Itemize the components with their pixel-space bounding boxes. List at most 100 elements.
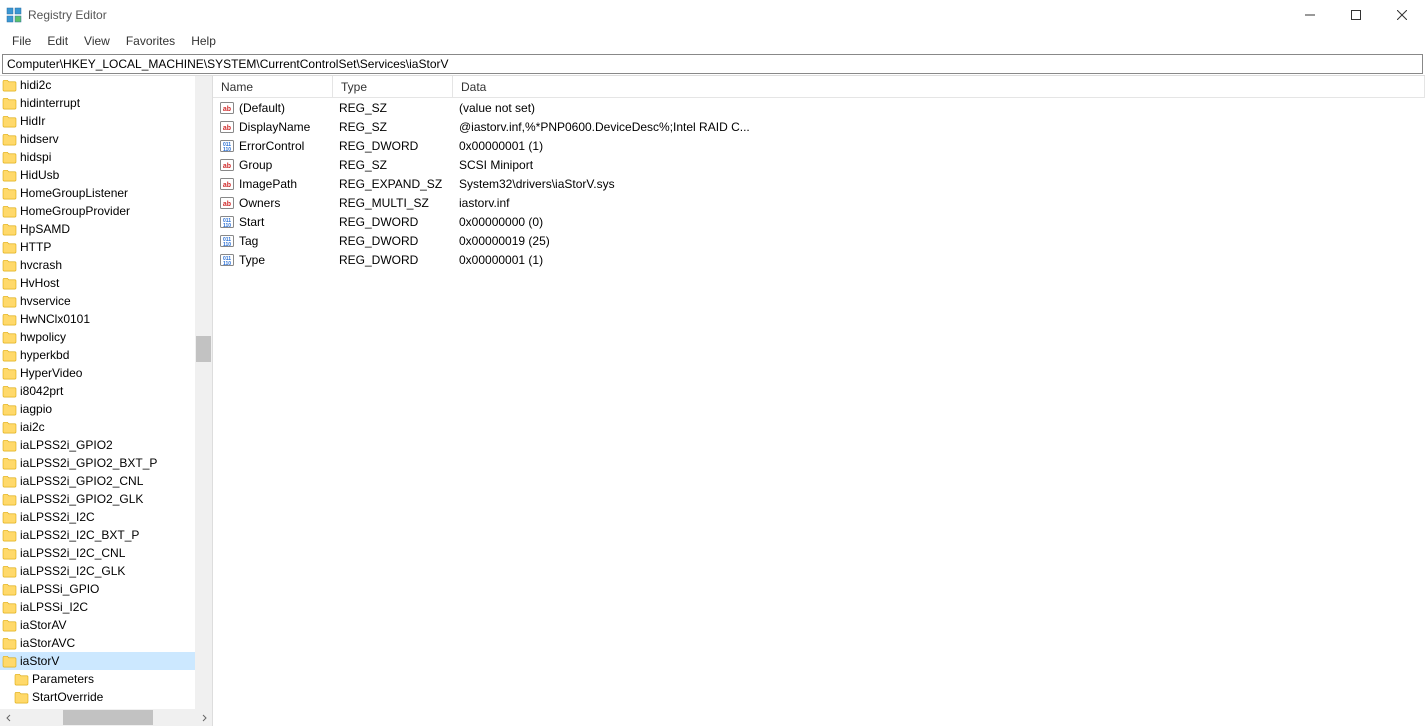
tree-item[interactable]: HomeGroupProvider: [0, 202, 195, 220]
tree-item[interactable]: iaLPSS2i_I2C: [0, 508, 195, 526]
value-data: 0x00000001 (1): [459, 139, 1425, 153]
menu-favorites[interactable]: Favorites: [118, 32, 183, 50]
tree-pane: hidi2chidinterruptHidIrhidservhidspiHidU…: [0, 76, 213, 726]
tree-item[interactable]: iaLPSS2i_I2C_BXT_P: [0, 526, 195, 544]
folder-icon: [2, 97, 17, 110]
tree-item[interactable]: HwNClx0101: [0, 310, 195, 328]
folder-icon: [2, 385, 17, 398]
menu-help[interactable]: Help: [183, 32, 224, 50]
tree-vertical-scrollbar[interactable]: [195, 76, 212, 709]
tree-item[interactable]: StartOverride: [0, 688, 195, 706]
regedit-app-icon: [6, 7, 22, 23]
value-data: 0x00000001 (1): [459, 253, 1425, 267]
tree-item[interactable]: iaLPSSi_I2C: [0, 598, 195, 616]
folder-icon: [2, 331, 17, 344]
folder-icon: [2, 655, 17, 668]
tree-item-label: iaLPSS2i_GPIO2_CNL: [20, 474, 143, 488]
tree-hscroll-track[interactable]: [17, 709, 195, 726]
folder-icon: [2, 295, 17, 308]
tree-item[interactable]: iaStorAV: [0, 616, 195, 634]
value-row[interactable]: ImagePathREG_EXPAND_SZSystem32\drivers\i…: [213, 174, 1425, 193]
close-icon: [1397, 10, 1407, 20]
tree-item-label: hwpolicy: [20, 330, 66, 344]
tree-item[interactable]: iaLPSS2i_I2C_GLK: [0, 562, 195, 580]
tree-item[interactable]: HvHost: [0, 274, 195, 292]
value-name: ErrorControl: [239, 139, 339, 153]
tree-item[interactable]: iaLPSS2i_GPIO2: [0, 436, 195, 454]
values-pane: Name Type Data (Default)REG_SZ(value not…: [213, 76, 1425, 726]
folder-icon: [2, 133, 17, 146]
tree-item[interactable]: iaStorV: [0, 652, 195, 670]
folder-icon: [2, 529, 17, 542]
tree-item[interactable]: iaLPSS2i_I2C_CNL: [0, 544, 195, 562]
tree-item[interactable]: iai2c: [0, 418, 195, 436]
value-row[interactable]: ErrorControlREG_DWORD0x00000001 (1): [213, 136, 1425, 155]
value-row[interactable]: TypeREG_DWORD0x00000001 (1): [213, 250, 1425, 269]
value-data: SCSI Miniport: [459, 158, 1425, 172]
tree-item[interactable]: hwpolicy: [0, 328, 195, 346]
tree-item[interactable]: HidIr: [0, 112, 195, 130]
menu-edit[interactable]: Edit: [39, 32, 76, 50]
tree-item-label: iaStorV: [20, 654, 59, 668]
menu-file[interactable]: File: [4, 32, 39, 50]
tree-item[interactable]: hidspi: [0, 148, 195, 166]
menu-view[interactable]: View: [76, 32, 118, 50]
folder-icon: [2, 259, 17, 272]
folder-icon: [2, 79, 17, 92]
tree-item[interactable]: hvcrash: [0, 256, 195, 274]
value-row[interactable]: TagREG_DWORD0x00000019 (25): [213, 231, 1425, 250]
tree-item[interactable]: HpSAMD: [0, 220, 195, 238]
minimize-button[interactable]: [1287, 0, 1333, 30]
column-header-data[interactable]: Data: [453, 76, 1425, 97]
tree-item[interactable]: iaStorAVC: [0, 634, 195, 652]
tree-item[interactable]: i8042prt: [0, 382, 195, 400]
maximize-icon: [1351, 10, 1361, 20]
tree-item[interactable]: hvservice: [0, 292, 195, 310]
tree-item[interactable]: HyperVideo: [0, 364, 195, 382]
value-row[interactable]: (Default)REG_SZ(value not set): [213, 98, 1425, 117]
tree-horizontal-scrollbar[interactable]: [0, 709, 212, 726]
close-button[interactable]: [1379, 0, 1425, 30]
address-bar[interactable]: Computer\HKEY_LOCAL_MACHINE\SYSTEM\Curre…: [2, 54, 1423, 74]
reg-string-icon: [219, 100, 235, 116]
tree-item-label: HomeGroupProvider: [20, 204, 130, 218]
folder-icon: [2, 403, 17, 416]
tree-item-label: Parameters: [32, 672, 94, 686]
maximize-button[interactable]: [1333, 0, 1379, 30]
tree-item[interactable]: iaLPSS2i_GPIO2_GLK: [0, 490, 195, 508]
tree-vertical-scroll-thumb[interactable]: [196, 336, 211, 362]
tree-item[interactable]: Parameters: [0, 670, 195, 688]
tree-item[interactable]: iaLPSS2i_GPIO2_BXT_P: [0, 454, 195, 472]
tree-items[interactable]: hidi2chidinterruptHidIrhidservhidspiHidU…: [0, 76, 195, 709]
reg-string-icon: [219, 176, 235, 192]
value-name: (Default): [239, 101, 339, 115]
tree-item[interactable]: HomeGroupListener: [0, 184, 195, 202]
value-row[interactable]: StartREG_DWORD0x00000000 (0): [213, 212, 1425, 231]
column-header-name[interactable]: Name: [213, 76, 333, 97]
values-list[interactable]: (Default)REG_SZ(value not set)DisplayNam…: [213, 98, 1425, 726]
tree-item-label: HyperVideo: [20, 366, 82, 380]
tree-item-label: hyperkbd: [20, 348, 69, 362]
tree-horizontal-scroll-thumb[interactable]: [63, 710, 153, 725]
value-row[interactable]: DisplayNameREG_SZ@iastorv.inf,%*PNP0600.…: [213, 117, 1425, 136]
value-row[interactable]: OwnersREG_MULTI_SZiastorv.inf: [213, 193, 1425, 212]
tree-item[interactable]: iaLPSS2i_GPIO2_CNL: [0, 472, 195, 490]
value-type: REG_DWORD: [339, 215, 459, 229]
column-header-type[interactable]: Type: [333, 76, 453, 97]
tree-item[interactable]: hidinterrupt: [0, 94, 195, 112]
value-type: REG_SZ: [339, 158, 459, 172]
tree-item[interactable]: hyperkbd: [0, 346, 195, 364]
tree-item[interactable]: iagpio: [0, 400, 195, 418]
tree-item[interactable]: HTTP: [0, 238, 195, 256]
tree-item[interactable]: HidUsb: [0, 166, 195, 184]
tree-item[interactable]: hidserv: [0, 130, 195, 148]
folder-icon: [2, 457, 17, 470]
value-type: REG_MULTI_SZ: [339, 196, 459, 210]
value-row[interactable]: GroupREG_SZSCSI Miniport: [213, 155, 1425, 174]
tree-item[interactable]: iaLPSSi_GPIO: [0, 580, 195, 598]
scroll-right-arrow-icon[interactable]: [195, 709, 212, 726]
scroll-left-arrow-icon[interactable]: [0, 709, 17, 726]
reg-binary-icon: [219, 214, 235, 230]
reg-string-icon: [219, 195, 235, 211]
tree-item[interactable]: hidi2c: [0, 76, 195, 94]
